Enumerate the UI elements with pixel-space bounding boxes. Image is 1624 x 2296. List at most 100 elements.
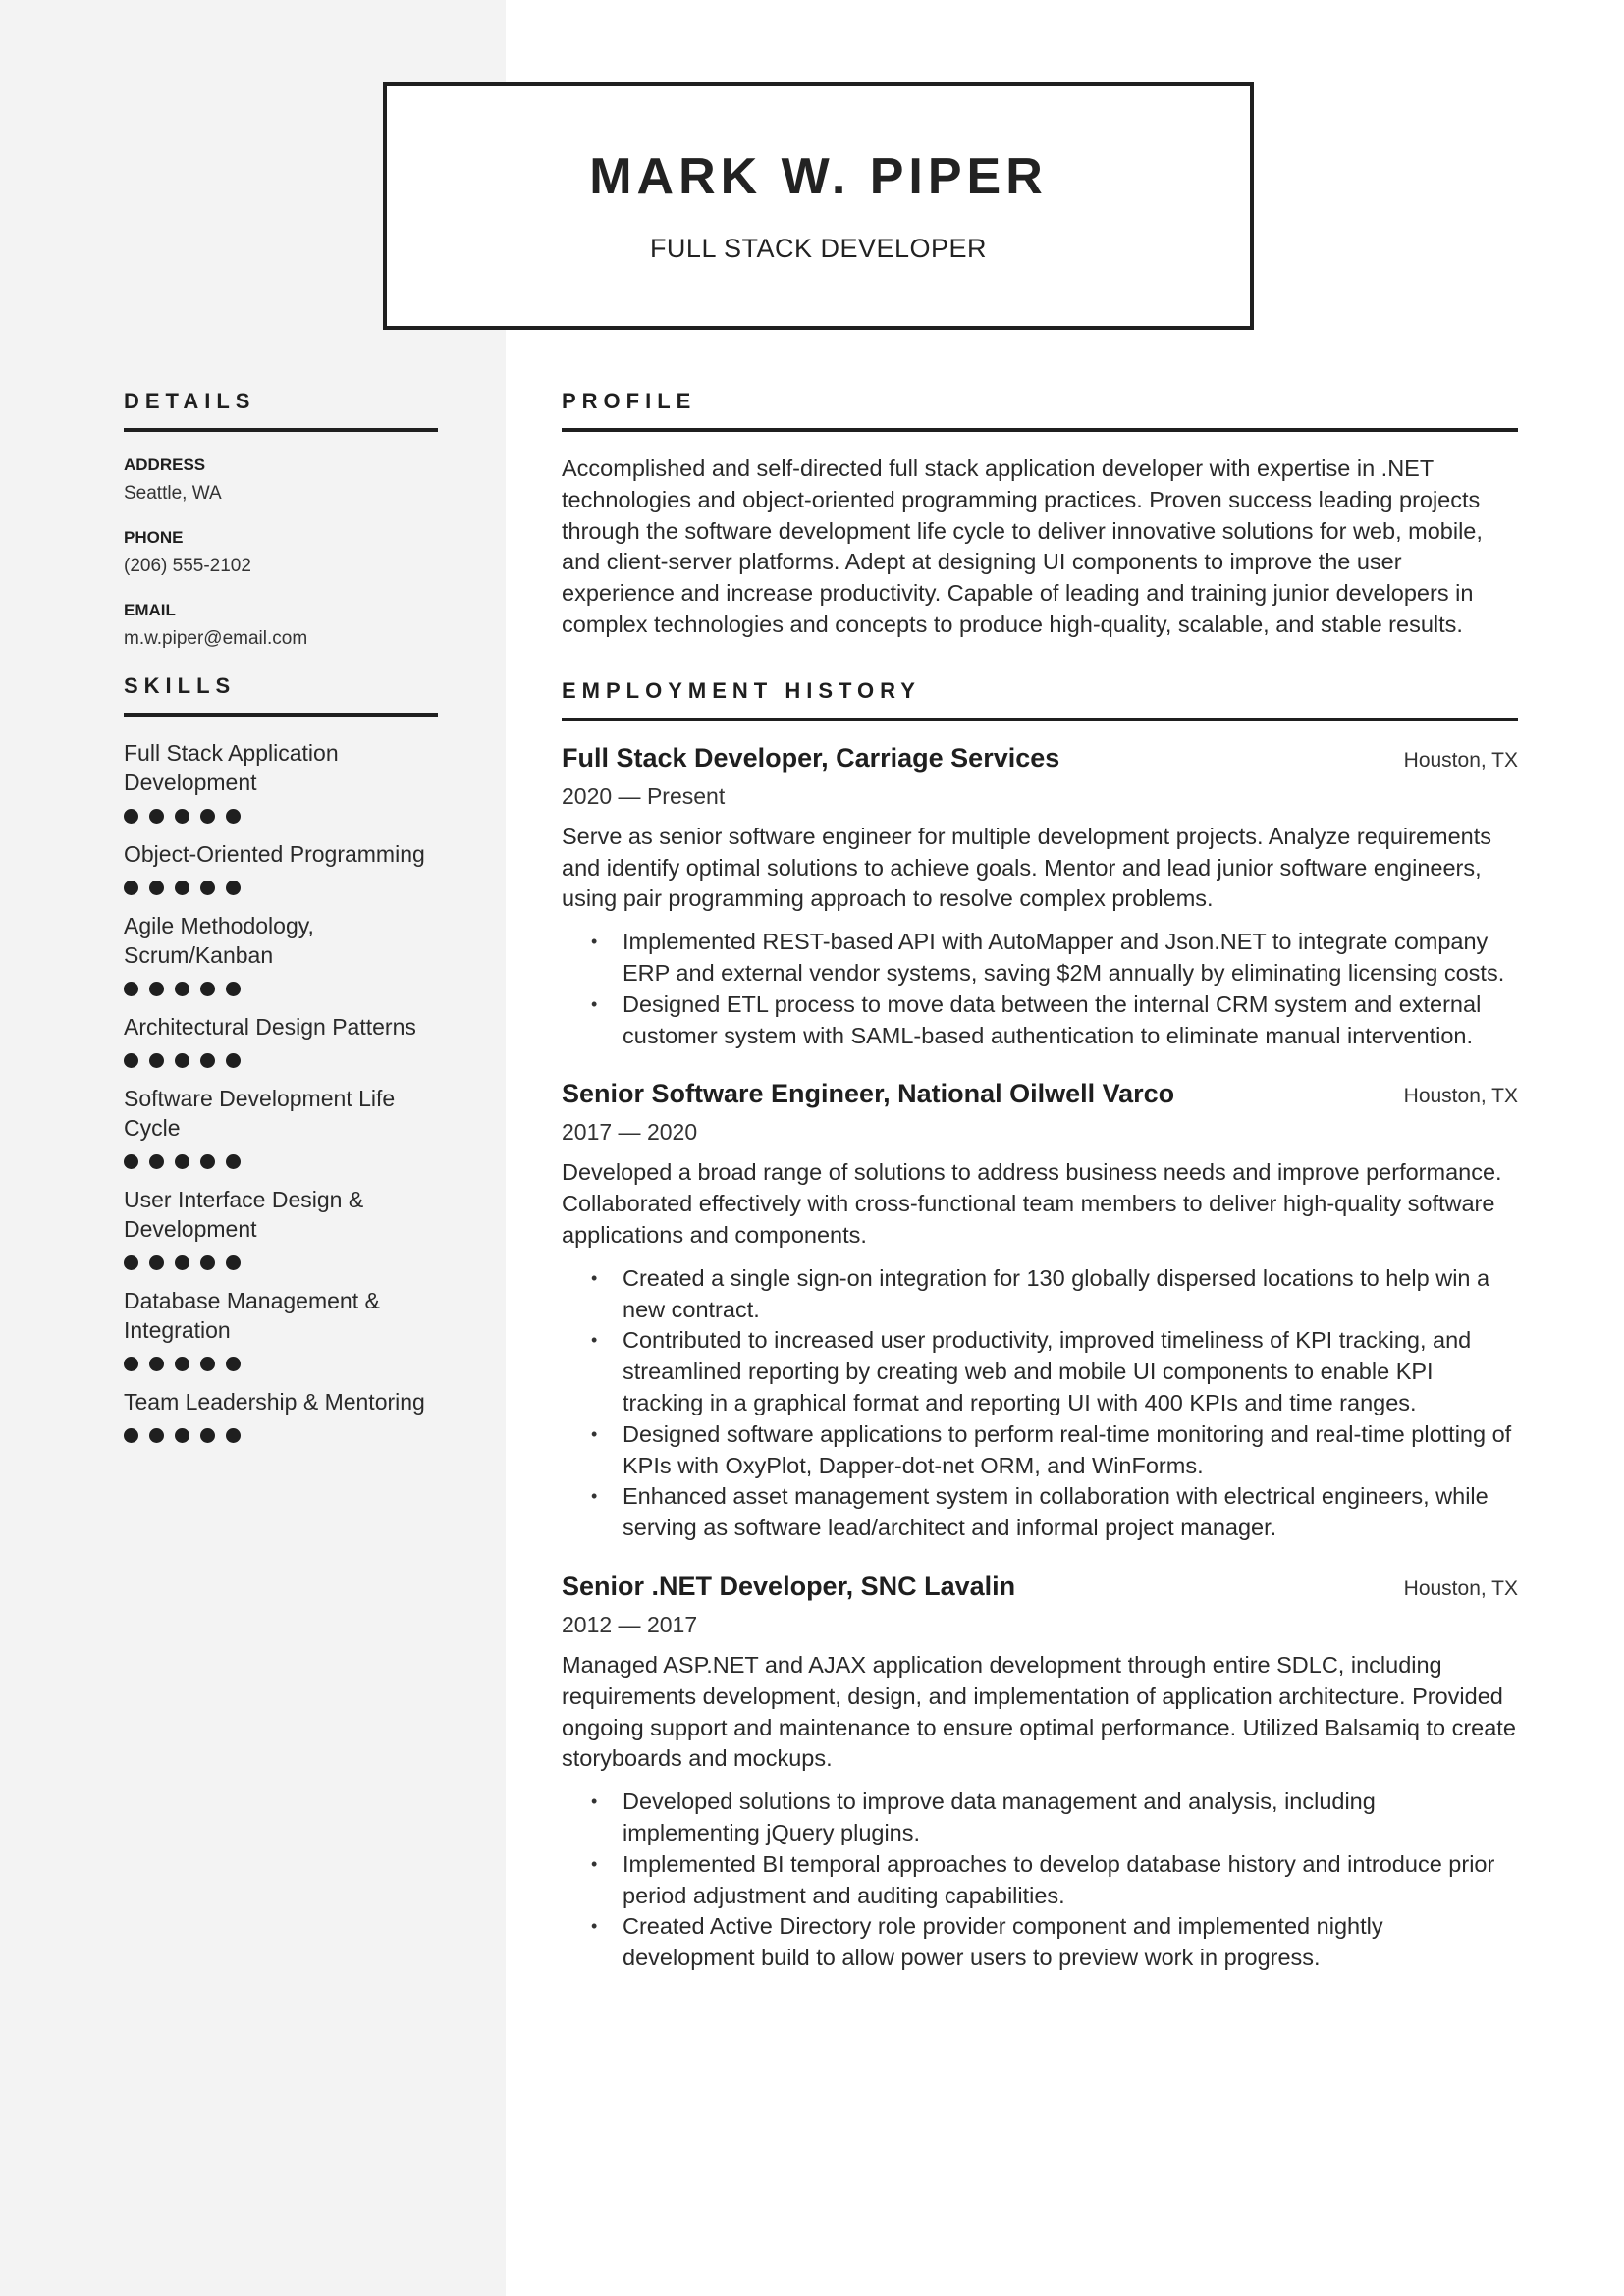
skill-name: Agile Methodology, Scrum/Kanban: [124, 913, 314, 968]
job-entry: Senior .NET Developer, SNC Lavalin Housto…: [562, 1572, 1518, 1974]
achievement-text: Contributed to increased user productivi…: [623, 1327, 1472, 1415]
achievement-item: • Implemented BI temporal approaches to d…: [562, 1849, 1518, 1912]
skill-level-dot-icon: [226, 982, 241, 996]
skill-level-dot-icon: [175, 982, 189, 996]
achievement-text: Designed ETL process to move data betwee…: [623, 990, 1482, 1048]
skill-level-dot-icon: [226, 881, 241, 895]
employment-list: Full Stack Developer, Carriage Services H…: [562, 743, 1518, 1974]
achievement-item: • Developed solutions to improve data man…: [562, 1787, 1518, 1849]
skill-name: Software Development Life Cycle: [124, 1086, 396, 1141]
job-location: Houston, TX: [1403, 1576, 1518, 1600]
achievement-text: Implemented REST-based API with AutoMapp…: [623, 929, 1505, 986]
skill-level-rating: [124, 1255, 438, 1270]
phone-label: PHONE: [124, 528, 184, 547]
bullet-icon: •: [591, 1791, 598, 1812]
skill-level-dot-icon: [149, 1357, 164, 1371]
job-location: Houston, TX: [1403, 748, 1518, 772]
skill-level-rating: [124, 982, 438, 996]
skill-level-dot-icon: [149, 881, 164, 895]
job-achievements: • Implemented REST-based API with AutoMap…: [562, 927, 1518, 1051]
skill-level-dot-icon: [124, 1053, 138, 1068]
skill-level-dot-icon: [149, 982, 164, 996]
profile-heading: PROFILE: [562, 389, 1518, 432]
profile-text: Accomplished and self-directed full stac…: [562, 455, 1483, 637]
details-section: ADDRESS Seattle, WA PHONE (206) 555-2102…: [124, 454, 438, 652]
phone-value: (206) 555-2102: [124, 556, 251, 576]
achievement-item: • Designed ETL process to move data betwe…: [562, 989, 1518, 1052]
job-achievements: • Developed solutions to improve data man…: [562, 1787, 1518, 1974]
skill-level-dot-icon: [200, 1428, 215, 1443]
details-heading: DETAILS: [124, 389, 438, 432]
header-box: MARK W. PIPER FULL STACK DEVELOPER: [383, 82, 1254, 330]
skill-level-dot-icon: [200, 1154, 215, 1169]
skill-level-dot-icon: [226, 1154, 241, 1169]
job-title: Senior .NET Developer, SNC Lavalin: [562, 1571, 1016, 1601]
address-value: Seattle, WA: [124, 483, 222, 504]
job-header: Senior Software Engineer, National Oilwe…: [562, 1079, 1518, 1109]
bullet-icon: •: [591, 1916, 598, 1937]
bullet-icon: •: [591, 932, 598, 952]
job-title: Full Stack Developer, Carriage Services: [562, 742, 1060, 773]
skill-level-dot-icon: [124, 881, 138, 895]
skill-level-dot-icon: [124, 1154, 138, 1169]
skill-item: Agile Methodology, Scrum/Kanban: [124, 911, 438, 996]
bullet-icon: •: [591, 1423, 598, 1444]
achievement-item: • Contributed to increased user productiv…: [562, 1325, 1518, 1418]
skill-name: Team Leadership & Mentoring: [124, 1389, 425, 1415]
skill-level-dot-icon: [175, 809, 189, 824]
skill-item: Team Leadership & Mentoring: [124, 1387, 438, 1443]
bullet-icon: •: [591, 1267, 598, 1288]
skill-level-dot-icon: [124, 1428, 138, 1443]
skill-item: User Interface Design & Development: [124, 1185, 438, 1270]
job-entry: Full Stack Developer, Carriage Services H…: [562, 743, 1518, 1052]
skill-level-dot-icon: [124, 809, 138, 824]
skill-item: Object-Oriented Programming: [124, 839, 438, 895]
address-label: ADDRESS: [124, 455, 206, 474]
achievement-text: Created a single sign-on integration for…: [623, 1264, 1490, 1322]
achievement-text: Implemented BI temporal approaches to de…: [623, 1850, 1495, 1908]
skill-level-dot-icon: [175, 1053, 189, 1068]
skill-name: Database Management & Integration: [124, 1288, 380, 1343]
skill-level-dot-icon: [226, 809, 241, 824]
job-title-headline: FULL STACK DEVELOPER: [649, 234, 988, 263]
job-entry: Senior Software Engineer, National Oilwe…: [562, 1079, 1518, 1544]
achievement-item: • Created a single sign-on integration fo…: [562, 1263, 1518, 1326]
bullet-icon: •: [591, 1330, 598, 1351]
job-dates: 2020 — Present: [562, 782, 726, 809]
employment-heading: EMPLOYMENT HISTORY: [562, 678, 1518, 721]
skill-level-dot-icon: [226, 1053, 241, 1068]
job-description: Serve as senior software engineer for mu…: [562, 823, 1492, 912]
skill-level-dot-icon: [124, 1357, 138, 1371]
skill-level-dot-icon: [124, 1255, 138, 1270]
achievement-text: Designed software applications to perfor…: [623, 1420, 1512, 1478]
skill-level-dot-icon: [200, 809, 215, 824]
skill-item: Database Management & Integration: [124, 1286, 438, 1371]
skill-level-rating: [124, 1357, 438, 1371]
skill-level-dot-icon: [200, 982, 215, 996]
job-location: Houston, TX: [1403, 1085, 1518, 1108]
skill-level-dot-icon: [149, 1255, 164, 1270]
skill-level-dot-icon: [175, 881, 189, 895]
skill-level-dot-icon: [200, 881, 215, 895]
skill-level-dot-icon: [200, 1255, 215, 1270]
job-dates: 2012 — 2017: [562, 1611, 698, 1637]
skill-level-dot-icon: [175, 1357, 189, 1371]
skill-name: Object-Oriented Programming: [124, 841, 425, 867]
skill-name: User Interface Design & Development: [124, 1187, 364, 1242]
email-value[interactable]: m.w.piper@email.com: [124, 626, 438, 652]
main-content: PROFILE Accomplished and self-directed f…: [562, 389, 1518, 1974]
sidebar: DETAILS ADDRESS Seattle, WA PHONE (206) …: [124, 389, 438, 1459]
skill-level-dot-icon: [200, 1053, 215, 1068]
skills-list: Full Stack Application Development Object…: [124, 738, 438, 1443]
skill-level-rating: [124, 1428, 438, 1443]
skill-level-rating: [124, 1154, 438, 1169]
skills-heading: SKILLS: [124, 673, 438, 717]
achievement-text: Developed solutions to improve data mana…: [623, 1789, 1376, 1845]
skill-level-rating: [124, 809, 438, 824]
skill-level-dot-icon: [124, 982, 138, 996]
skill-level-dot-icon: [175, 1428, 189, 1443]
job-header: Full Stack Developer, Carriage Services H…: [562, 743, 1518, 774]
skill-level-dot-icon: [175, 1255, 189, 1270]
achievement-text: Created Active Directory role provider c…: [623, 1913, 1383, 1971]
bullet-icon: •: [591, 1486, 598, 1507]
